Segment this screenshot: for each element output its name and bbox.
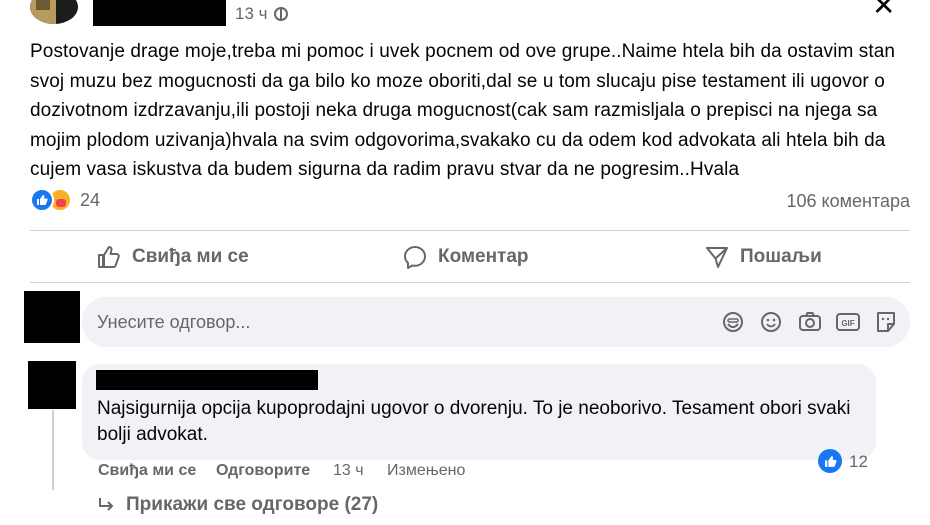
comment-like-reaction-icon[interactable]: [818, 449, 842, 473]
post-reactions[interactable]: 24: [30, 188, 100, 212]
redacted-commenter-name[interactable]: [96, 370, 318, 390]
comment-reactions-count: 12: [849, 452, 868, 471]
like-button[interactable]: Свиђа ми се: [96, 244, 249, 270]
comment-button-label: Коментар: [438, 246, 529, 267]
camera-icon[interactable]: [797, 309, 823, 335]
reply-arrow-icon: [99, 498, 113, 511]
thread-line: [52, 410, 54, 490]
close-icon[interactable]: ✕: [872, 0, 895, 20]
share-button-label: Пошаљи: [740, 246, 822, 267]
post-author-avatar[interactable]: [30, 0, 78, 24]
current-user-avatar[interactable]: [24, 291, 80, 343]
post-text: Postovanje drage moje,treba mi pomoc i u…: [30, 41, 896, 180]
like-button-label: Свиђа ми се: [132, 246, 249, 267]
redacted-author-name: [93, 0, 226, 26]
comment-like-link[interactable]: Свиђа ми се: [98, 462, 196, 480]
comment-text: Najsigurnija opcija kupoprodajni ugovor …: [97, 398, 851, 445]
gif-icon[interactable]: GIF: [835, 309, 861, 335]
comment-button[interactable]: Коментар: [402, 244, 529, 270]
svg-text:GIF: GIF: [841, 319, 854, 328]
comment-reply-link[interactable]: Одговорите: [216, 462, 310, 480]
post-timestamp[interactable]: 13 ч: [235, 4, 288, 24]
emoji-icon[interactable]: [758, 309, 784, 335]
commenter-avatar[interactable]: [28, 361, 76, 409]
avatar-sticker-icon[interactable]: [873, 309, 899, 335]
post-time: 13 ч: [235, 4, 268, 23]
reactions-count: 24: [80, 189, 101, 210]
share-arrow-icon: [706, 247, 728, 268]
like-reaction-icon: [30, 188, 54, 212]
divider: [30, 282, 910, 283]
comment-bubble-icon: [404, 246, 426, 269]
sticker-icon[interactable]: [720, 309, 746, 335]
globe-icon: [273, 7, 288, 21]
comment-edited-label: Измењено: [387, 462, 466, 479]
share-button[interactable]: Пошаљи: [704, 244, 822, 270]
reply-input-placeholder: Унесите одговор...: [97, 312, 251, 332]
comments-count[interactable]: 106 коментара: [786, 191, 910, 212]
thumbs-up-icon: [98, 246, 120, 268]
show-all-replies-label: Прикажи све одговоре (27): [126, 494, 379, 515]
show-all-replies-button[interactable]: Прикажи све одговоре (27): [98, 494, 378, 516]
divider: [30, 230, 910, 231]
comment-time[interactable]: 13 ч: [333, 462, 364, 480]
